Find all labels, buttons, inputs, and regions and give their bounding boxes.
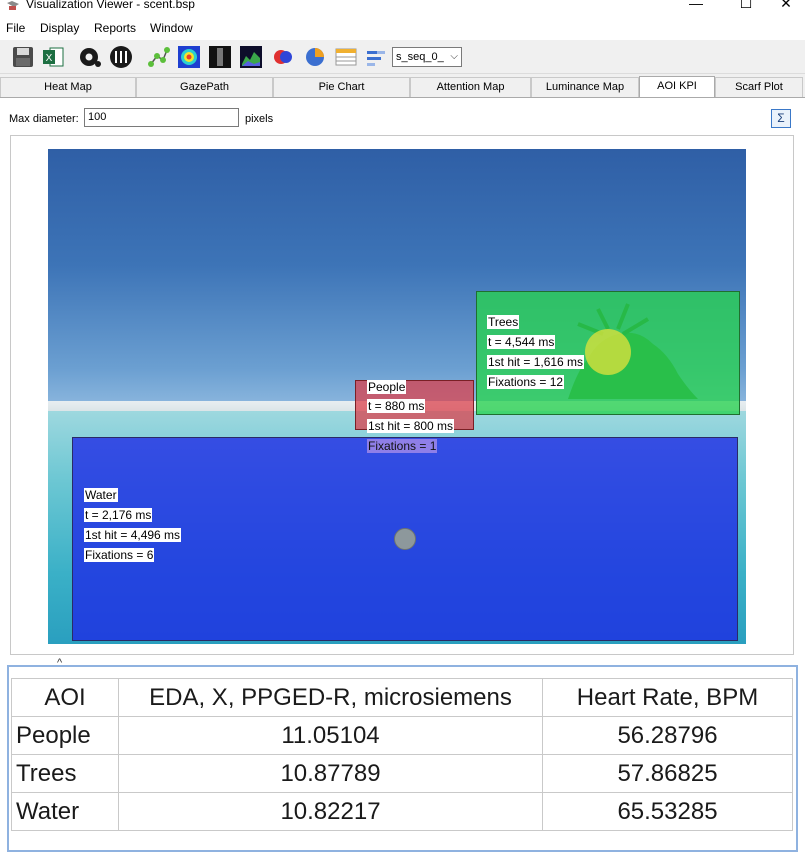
aoi-trees-fixations: Fixations = 12: [487, 375, 565, 389]
kpi-table-panel: ^ AOI EDA, X, PPGED-R, microsiemens Hear…: [7, 657, 798, 852]
table-row[interactable]: People 11.05104 56.28796: [11, 716, 793, 755]
excel-icon: X: [43, 47, 64, 67]
sequence-select[interactable]: s_seq_0_ ⌵: [392, 47, 462, 67]
tab-heat-map[interactable]: Heat Map: [0, 77, 136, 97]
aoi-people-time: t = 880 ms: [367, 399, 426, 413]
aoi-water-time: t = 2,176 ms: [84, 508, 153, 522]
svg-text:X: X: [46, 53, 53, 64]
table-row[interactable]: Trees 10.87789 57.86825: [11, 754, 793, 793]
close-button[interactable]: ✕: [766, 0, 805, 12]
max-diameter-unit: pixels: [245, 113, 274, 125]
max-diameter-label: Max diameter:: [9, 113, 79, 125]
luminance-view-button[interactable]: [238, 44, 264, 70]
tab-gazepath[interactable]: GazePath: [136, 77, 273, 97]
aoi-view-button[interactable]: [270, 44, 296, 70]
table-cell-heart-rate: 65.53285: [542, 792, 793, 831]
table-cell-aoi: Trees: [11, 754, 119, 793]
aoi-trees-first-hit: 1st hit = 1,616 ms: [487, 355, 585, 369]
view-tabs: Heat Map GazePath Pie Chart Attention Ma…: [0, 76, 805, 97]
menu-window[interactable]: Window: [150, 21, 193, 35]
sort-caret-icon: ^: [57, 657, 63, 669]
fixation-marker-trees: [585, 329, 631, 375]
kpi-table-view-button[interactable]: [333, 44, 359, 70]
scarf-plot-view-button[interactable]: [363, 44, 389, 70]
export-excel-button[interactable]: X: [40, 44, 66, 70]
aoi-trees-time: t = 4,544 ms: [487, 335, 556, 349]
tab-scarf-plot[interactable]: Scarf Plot: [715, 77, 803, 97]
tab-pie-chart[interactable]: Pie Chart: [273, 77, 410, 97]
sequence-select-value: s_seq_0_: [396, 51, 444, 63]
aoi-people-first-hit: 1st hit = 800 ms: [367, 419, 455, 433]
table-icon: [335, 48, 357, 66]
table-row[interactable]: Water 10.82217 65.53285: [11, 792, 793, 831]
table-header-row: AOI EDA, X, PPGED-R, microsiemens Heart …: [11, 678, 793, 717]
aoi-water-fixations: Fixations = 6: [84, 548, 155, 562]
menu-bar: File Display Reports Window: [0, 18, 805, 40]
tab-aoi-kpi[interactable]: AOI KPI: [639, 76, 715, 97]
save-icon: [13, 47, 33, 67]
heatmap-view-button[interactable]: [176, 44, 202, 70]
title-bar: Visualization Viewer - scent.bsp — ☐ ✕: [0, 0, 805, 18]
gaze-path-icon: [148, 47, 170, 67]
aoi-kpi-table: AOI EDA, X, PPGED-R, microsiemens Heart …: [11, 678, 793, 831]
gear-icon: [80, 48, 101, 67]
aoi-trees-name: Trees: [487, 315, 520, 329]
menu-display[interactable]: Display: [40, 21, 79, 35]
menu-reports[interactable]: Reports: [94, 21, 136, 35]
attention-icon: [209, 46, 231, 68]
window-title: Visualization Viewer - scent.bsp: [26, 0, 195, 11]
table-cell-aoi: People: [11, 716, 119, 755]
tab-attention-map[interactable]: Attention Map: [410, 77, 531, 97]
filters-button[interactable]: [108, 44, 134, 70]
menu-file[interactable]: File: [6, 21, 25, 35]
column-header-eda[interactable]: EDA, X, PPGED-R, microsiemens: [118, 678, 543, 717]
max-diameter-input[interactable]: 100: [84, 108, 239, 127]
settings-button[interactable]: [77, 44, 103, 70]
luminance-icon: [240, 46, 262, 68]
attention-view-button[interactable]: [207, 44, 233, 70]
aoi-people-fixations: Fixations = 1: [367, 439, 438, 453]
table-cell-heart-rate: 56.28796: [542, 716, 793, 755]
column-header-heart-rate[interactable]: Heart Rate, BPM: [542, 678, 793, 717]
minimize-button[interactable]: —: [676, 0, 716, 12]
save-button[interactable]: [10, 44, 36, 70]
table-cell-aoi: Water: [11, 792, 119, 831]
table-cell-eda: 11.05104: [118, 716, 543, 755]
column-header-aoi[interactable]: AOI: [11, 678, 119, 717]
pie-chart-view-button[interactable]: [302, 44, 328, 70]
aoi-water-name: Water: [84, 488, 118, 502]
scarf-plot-icon: [367, 51, 385, 66]
table-cell-heart-rate: 57.86825: [542, 754, 793, 793]
sigma-button[interactable]: Σ: [771, 109, 791, 128]
gazepath-view-button[interactable]: [146, 44, 172, 70]
app-icon: [6, 0, 20, 11]
aoi-icon: [274, 50, 292, 64]
app: Visualization Viewer - scent.bsp — ☐ ✕ F…: [0, 0, 805, 859]
chevron-down-icon: ⌵: [450, 51, 458, 62]
pie-chart-icon: [306, 48, 324, 66]
aoi-people-name: People: [367, 380, 407, 394]
tab-luminance-map[interactable]: Luminance Map: [531, 77, 639, 97]
table-cell-eda: 10.87789: [118, 754, 543, 793]
maximize-button[interactable]: ☐: [726, 0, 766, 12]
sliders-icon: [110, 46, 132, 68]
fixation-marker-water: [394, 528, 416, 550]
heatmap-icon: [178, 46, 200, 68]
table-cell-eda: 10.82217: [118, 792, 543, 831]
aoi-water-first-hit: 1st hit = 4,496 ms: [84, 528, 182, 542]
